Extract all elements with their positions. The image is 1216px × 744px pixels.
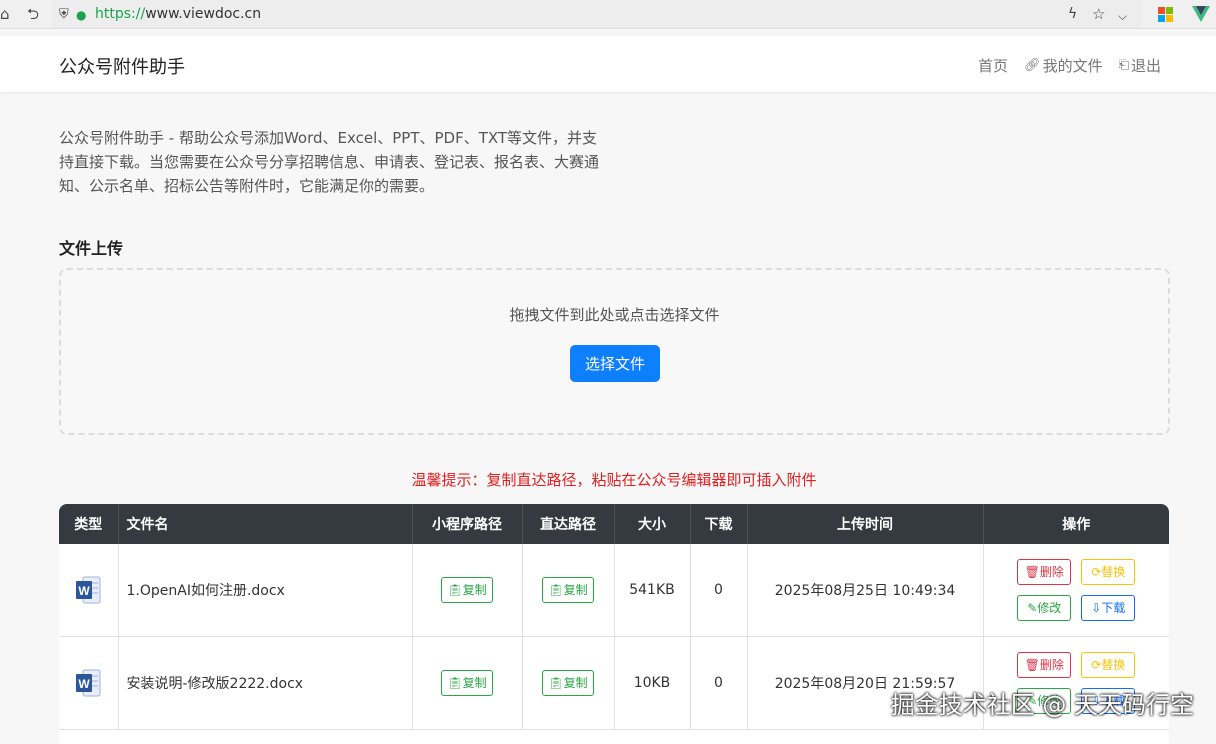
col-size: 大小 bbox=[614, 504, 691, 544]
copy-label: 复制 bbox=[462, 676, 487, 690]
download-icon: ⇩ bbox=[1091, 601, 1102, 615]
clipboard-icon: 📋︎ bbox=[548, 583, 564, 597]
direct-path-cell: 📋︎复制 bbox=[522, 636, 615, 730]
size-cell: 541KB bbox=[614, 544, 691, 637]
upload-time-cell: 2025年08月25日 10:49:34 bbox=[747, 544, 984, 637]
edit-icon: ✎ bbox=[1027, 601, 1038, 615]
clipboard-icon: 📋︎ bbox=[447, 676, 463, 690]
delete-button[interactable]: 🗑︎删除 bbox=[1017, 652, 1072, 678]
logout-icon: ⎗ bbox=[1118, 58, 1129, 73]
word-file-icon: W bbox=[75, 668, 101, 698]
col-upload-time: 上传时间 bbox=[747, 504, 984, 544]
trash-icon: 🗑︎ bbox=[1024, 658, 1040, 672]
filename-cell: 1.OpenAI如何注册.docx bbox=[118, 544, 413, 637]
svg-text:W: W bbox=[79, 584, 91, 598]
drop-hint: 拖拽文件到此处或点击选择文件 bbox=[509, 306, 720, 324]
col-miniprogram-path: 小程序路径 bbox=[412, 504, 523, 544]
edit-label: 修改 bbox=[1037, 601, 1062, 615]
type-cell: W bbox=[59, 544, 119, 637]
refresh-icon: ⟳ bbox=[1091, 658, 1102, 672]
clipboard-icon: 📋︎ bbox=[447, 583, 463, 597]
actions-cell: 🗑︎删除 ⟳替换 ✎修改 ⇩下载 bbox=[983, 544, 1169, 637]
address-bar[interactable]: ⛨ ● https://www.viewdoc.cn ϟ ☆ ⌵ bbox=[52, 0, 1142, 28]
replace-button[interactable]: ⟳替换 bbox=[1081, 652, 1136, 678]
downloads-cell: 0 bbox=[690, 544, 748, 637]
upload-dropzone[interactable]: 拖拽文件到此处或点击选择文件 选择文件 bbox=[59, 268, 1170, 435]
col-type: 类型 bbox=[59, 504, 119, 544]
tip-text: 温馨提示：复制直达路径，粘贴在公众号编辑器即可插入附件 bbox=[411, 471, 817, 489]
svg-text:W: W bbox=[79, 677, 91, 691]
col-direct-path: 直达路径 bbox=[522, 504, 615, 544]
replace-label: 替换 bbox=[1101, 565, 1126, 579]
star-icon[interactable]: ☆ bbox=[1092, 4, 1105, 24]
delete-button[interactable]: 🗑︎删除 bbox=[1017, 559, 1072, 585]
upload-section-title: 文件上传 bbox=[59, 239, 124, 258]
link-icon: 🔗︎ bbox=[1024, 58, 1041, 73]
replace-label: 替换 bbox=[1101, 658, 1126, 672]
refresh-icon: ⟳ bbox=[1091, 565, 1102, 579]
nav-logout[interactable]: ⎗ 退出 bbox=[1119, 55, 1161, 76]
copy-direct-path-button[interactable]: 📋︎复制 bbox=[542, 670, 594, 696]
trash-icon: 🗑︎ bbox=[1024, 565, 1040, 579]
url-text: https://www.viewdoc.cn bbox=[95, 6, 262, 22]
direct-path-cell: 📋︎复制 bbox=[522, 544, 615, 637]
lock-icon: ● bbox=[76, 8, 87, 22]
copy-miniprogram-path-button[interactable]: 📋︎复制 bbox=[441, 577, 493, 603]
brand-title[interactable]: 公众号附件助手 bbox=[59, 53, 185, 79]
replace-button[interactable]: ⟳替换 bbox=[1081, 559, 1136, 585]
shield-icon: ⛨ bbox=[59, 7, 69, 22]
miniprogram-path-cell: 📋︎复制 bbox=[412, 544, 523, 637]
copy-miniprogram-path-button[interactable]: 📋︎复制 bbox=[441, 670, 493, 696]
word-file-icon: W bbox=[75, 575, 101, 605]
miniprogram-path-cell: 📋︎复制 bbox=[412, 636, 523, 730]
col-downloads: 下载 bbox=[690, 504, 748, 544]
col-filename: 文件名 bbox=[118, 504, 413, 544]
filename-cell: 安装说明-修改版2222.docx bbox=[118, 636, 413, 730]
table-row: W 1.OpenAI如何注册.docx 📋︎复制 📋︎复制 541KB 0 20… bbox=[59, 544, 1169, 637]
copy-direct-path-button[interactable]: 📋︎复制 bbox=[542, 577, 594, 603]
back-icon[interactable]: ⮌ bbox=[27, 4, 39, 24]
lightning-icon[interactable]: ϟ bbox=[1068, 4, 1077, 24]
delete-label: 删除 bbox=[1039, 658, 1064, 672]
col-actions: 操作 bbox=[983, 504, 1169, 544]
nav-my-files[interactable]: 🔗︎ 我的文件 bbox=[1024, 55, 1103, 76]
intro-text: 公众号附件助手 - 帮助公众号添加Word、Excel、PPT、PDF、TXT等… bbox=[59, 129, 600, 195]
select-file-button[interactable]: 选择文件 bbox=[570, 345, 660, 382]
nav-links: 首页 🔗︎ 我的文件 ⎗ 退出 bbox=[978, 55, 1161, 76]
vue-icon[interactable] bbox=[1192, 6, 1210, 26]
copy-label: 复制 bbox=[563, 583, 588, 597]
nav-home[interactable]: 首页 bbox=[978, 55, 1008, 76]
browser-toolbar: ⌂ ⮌ ⛨ ● https://www.viewdoc.cn ϟ ☆ ⌵ bbox=[0, 0, 1216, 29]
nav-logout-label: 退出 bbox=[1130, 57, 1161, 75]
clipboard-icon: 📋︎ bbox=[548, 676, 564, 690]
table-header-row: 类型 文件名 小程序路径 直达路径 大小 下载 上传时间 操作 bbox=[59, 504, 1169, 544]
download-label: 下载 bbox=[1101, 601, 1126, 615]
nav-my-files-label: 我的文件 bbox=[1042, 57, 1103, 75]
copy-label: 复制 bbox=[563, 676, 588, 690]
delete-label: 删除 bbox=[1039, 565, 1064, 579]
home-icon[interactable]: ⌂ bbox=[0, 4, 10, 24]
type-cell: W bbox=[59, 636, 119, 730]
site-header: 公众号附件助手 首页 🔗︎ 我的文件 ⎗ 退出 bbox=[0, 36, 1216, 92]
edit-button[interactable]: ✎修改 bbox=[1017, 595, 1072, 621]
size-cell: 10KB bbox=[614, 636, 691, 730]
chevron-down-icon[interactable]: ⌵ bbox=[1118, 6, 1127, 26]
copy-label: 复制 bbox=[462, 583, 487, 597]
windows-icon[interactable] bbox=[1158, 7, 1173, 22]
download-button[interactable]: ⇩下载 bbox=[1081, 595, 1136, 621]
nav-home-label: 首页 bbox=[978, 57, 1009, 75]
downloads-cell: 0 bbox=[690, 636, 748, 730]
watermark-text: 掘金技术社区 @ 天天码行空 bbox=[890, 691, 1194, 719]
